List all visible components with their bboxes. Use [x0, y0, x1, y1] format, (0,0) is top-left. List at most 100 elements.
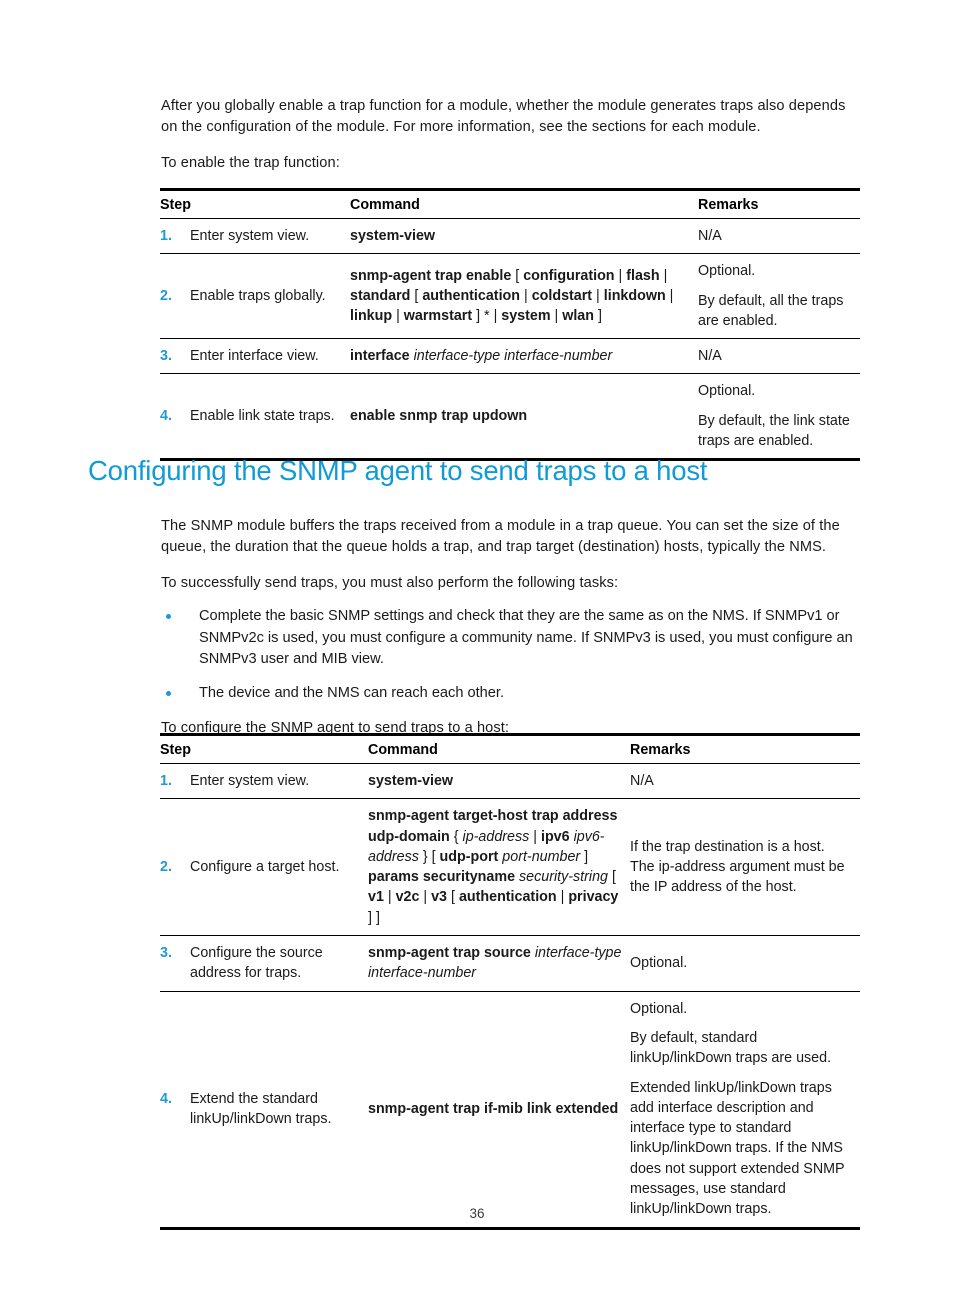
command-punctuation: |: [419, 889, 432, 906]
remarks-cell: N/A: [698, 218, 860, 255]
remarks-cell: Optional. By default, the link state trap…: [698, 373, 860, 462]
table-row: 2. Configure a target host. snmp-agent tar…: [160, 798, 860, 937]
remarks-paragraph: If the trap destination is a host. The i…: [630, 838, 845, 896]
command-punctuation: ]: [580, 848, 589, 865]
remarks-cell: N/A: [630, 763, 860, 800]
table-row: 3. Enter interface view. interface interfa…: [160, 338, 860, 375]
command-keyword: snmp-agent trap source: [368, 945, 531, 962]
step-cell: 2. Configure a target host.: [160, 798, 368, 937]
command-keyword: flash: [626, 267, 660, 284]
step-description: Extend the standard linkUp/linkDown trap…: [190, 1090, 332, 1128]
section-body: The SNMP module buffers the traps receiv…: [161, 516, 865, 754]
command-punctuation: ]: [594, 308, 602, 325]
remarks-paragraph: N/A: [698, 348, 722, 365]
command-punctuation: {: [449, 828, 463, 845]
step-description: Enter system view.: [190, 228, 310, 244]
command-cell: snmp-agent trap if-mib link extended: [368, 991, 630, 1230]
command-keyword: interface: [350, 348, 410, 365]
page-number: 36: [469, 1206, 485, 1221]
table-body: 1. Enter system view. system-view N/A 2. Enab…: [160, 218, 860, 462]
step-number: 2.: [160, 288, 172, 305]
intro-block: After you globally enable a trap functio…: [161, 96, 865, 186]
remarks-paragraph: By default, all the traps are enabled.: [698, 292, 844, 329]
remarks-paragraph: N/A: [630, 773, 654, 789]
command-cell: snmp-agent trap source interface-type in…: [368, 935, 630, 992]
command-punctuation: [: [447, 889, 459, 906]
step-number: 2.: [160, 859, 172, 876]
command-keyword: v1: [368, 889, 384, 906]
command-punctuation: |: [556, 889, 569, 906]
table-header-row: Step Command Remarks: [160, 188, 860, 219]
table-enable-trap-function: Step Command Remarks 1. Enter system view…: [160, 188, 860, 462]
table-row: 2. Enable traps globally. snmp-agent trap …: [160, 253, 860, 340]
step-description: Enter interface view.: [190, 348, 319, 365]
step-description: Configure the source address for traps.: [190, 945, 323, 982]
command-keyword: configuration: [523, 267, 615, 284]
command-punctuation: |: [665, 288, 674, 305]
table-row: 4. Enable link state traps. enable snmp tr…: [160, 373, 860, 462]
command-cell: interface interface-type interface-numbe…: [350, 338, 698, 375]
table-header: Step Command Remarks: [160, 188, 860, 219]
remarks-paragraph: Optional.: [630, 955, 688, 972]
column-header-command: Command: [368, 733, 630, 764]
command-argument: interface-type interface-number: [413, 348, 613, 365]
table-body: 1. Enter system view. system-view N/A 2. Conf…: [160, 763, 860, 1230]
intro-paragraph-1: After you globally enable a trap functio…: [161, 98, 846, 136]
command-punctuation: |: [550, 308, 563, 325]
step-description: Enable link state traps.: [190, 408, 335, 425]
step-cell: 1. Enter system view.: [160, 763, 368, 800]
column-header-remarks: Remarks: [698, 188, 860, 219]
command-keyword: linkdown: [603, 288, 666, 305]
table-send-traps-to-host: Step Command Remarks 1. Enter system view…: [160, 733, 860, 1230]
command-punctuation: [: [410, 288, 423, 305]
remarks-paragraph: N/A: [698, 228, 722, 244]
remarks-cell: Optional. By default, standard linkUp/lin…: [630, 991, 860, 1230]
step-cell: 3. Configure the source address for traps…: [160, 935, 368, 992]
prerequisite-list: Complete the basic SNMP settings and che…: [161, 606, 865, 704]
command-keyword: system-view: [368, 773, 454, 789]
command-punctuation: |: [520, 288, 532, 305]
step-description: Enter system view.: [190, 773, 310, 789]
command-keyword: snmp-agent trap enable: [350, 267, 512, 284]
remarks-cell: Optional. By default, all the traps are e…: [698, 253, 860, 340]
command-keyword: standard: [350, 288, 411, 305]
column-header-command: Command: [350, 188, 698, 219]
column-header-step: Step: [160, 733, 368, 764]
remarks-paragraph: By default, standard linkUp/linkDown tra…: [630, 1029, 832, 1067]
step-number: 1.: [160, 228, 172, 244]
step-cell: 3. Enter interface view.: [160, 338, 350, 375]
table-row: 1. Enter system view. system-view N/A: [160, 218, 860, 255]
command-punctuation: |: [614, 267, 627, 284]
command-keyword: v2c: [395, 889, 420, 906]
command-cell: snmp-agent target-host trap address udp-…: [368, 798, 630, 937]
table-row: 3. Configure the source address for traps…: [160, 935, 860, 992]
command-punctuation: |: [592, 288, 604, 305]
command-keyword: authentication: [422, 288, 521, 305]
command-keyword: authentication: [458, 889, 557, 906]
command-keyword: wlan: [562, 308, 594, 325]
command-keyword: system-view: [350, 228, 436, 244]
command-keyword: params securityname: [368, 869, 516, 886]
remarks-cell: If the trap destination is a host. The i…: [630, 798, 860, 937]
command-keyword: coldstart: [531, 288, 593, 305]
step-cell: 4. Extend the standard linkUp/linkDown tr…: [160, 991, 368, 1230]
column-header-step: Step: [160, 188, 350, 219]
command-punctuation: } [: [418, 848, 440, 865]
command-punctuation: |: [529, 828, 541, 845]
step-cell: 4. Enable link state traps.: [160, 373, 350, 462]
step-description: Configure a target host.: [190, 859, 340, 876]
list-item: Complete the basic SNMP settings and che…: [161, 606, 865, 670]
column-header-remarks: Remarks: [630, 733, 860, 764]
command-punctuation: |: [392, 308, 404, 325]
list-item: The device and the NMS can reach each ot…: [161, 683, 865, 704]
command-cell: snmp-agent trap enable [ configuration |…: [350, 253, 698, 340]
command-keyword: system: [501, 308, 551, 325]
step-number: 4.: [160, 1090, 172, 1107]
table-header: Step Command Remarks: [160, 733, 860, 764]
remarks-paragraph: Optional.: [698, 383, 756, 400]
remarks-paragraph: Optional.: [630, 1000, 688, 1017]
command-keyword: v3: [431, 889, 448, 906]
command-keyword: snmp-agent trap if-mib link extended: [368, 1101, 619, 1117]
command-punctuation: |: [659, 267, 668, 284]
section-heading: Configuring the SNMP agent to send traps…: [88, 455, 708, 486]
